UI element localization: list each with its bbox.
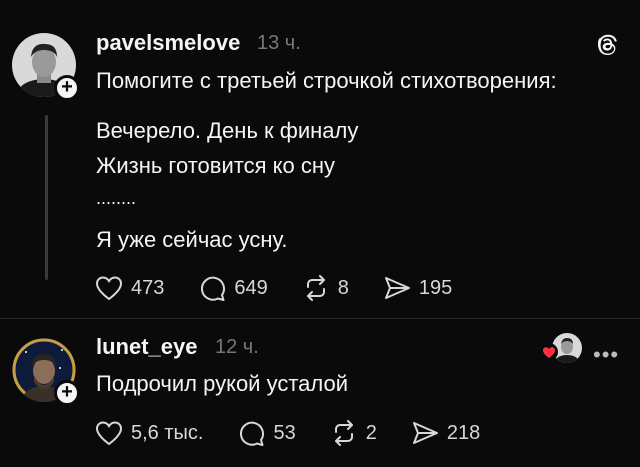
comment-count: 53 [273,421,296,444]
avatar-wrap[interactable]: + [12,338,80,406]
share-count: 195 [418,276,453,299]
like-button[interactable]: 5,6 тыс. [95,420,203,446]
repost-icon [306,275,325,301]
repost-icon [334,420,353,446]
comment-icon [240,421,265,446]
divider [0,318,640,319]
post-text-line: Я уже сейчас усну. [96,227,288,252]
avatar-wrap[interactable]: + [12,33,80,101]
comment-icon [201,276,226,301]
thread-line [45,115,48,280]
username[interactable]: lunet_eye [96,334,198,360]
comment-button[interactable]: 649 [198,274,268,302]
like-button[interactable]: 473 [95,275,164,301]
liked-heart-icon [540,343,558,361]
heart-icon [95,421,123,446]
comment-count: 649 [234,276,268,299]
follow-button[interactable]: + [54,75,80,101]
post-actions: 5,6 тыс. 53 2 218 [95,419,514,447]
post-time: 12 ч. [215,336,259,358]
heart-icon [95,276,123,301]
repost-count: 2 [365,421,377,444]
post-actions: 473 649 8 195 [95,274,486,302]
share-button[interactable]: 195 [383,275,452,301]
post-text-line: Жизнь готовится ко сну [96,153,335,178]
post-text-line: Подрочил рукой усталой [96,371,349,396]
post-time: 13 ч. [257,32,301,54]
post-text-line: Помогите с третьей строчкой стихотворени… [96,68,557,93]
like-count: 5,6 тыс. [131,421,204,444]
repost-button[interactable]: 2 [330,420,377,446]
share-count: 218 [446,421,481,444]
post-text-line: Вечерело. День к финалу [96,118,359,143]
username[interactable]: pavelsmelove [96,30,240,56]
thread-post: + pavelsmelove 13 ч. Помогите с третьей … [0,0,640,318]
post-text-line: ........ [96,188,137,208]
threads-logo-icon [598,34,617,55]
share-icon [384,277,410,299]
comment-button[interactable]: 53 [237,419,296,447]
follow-button[interactable]: + [54,380,80,406]
more-icon[interactable]: ••• [593,342,619,368]
share-button[interactable]: 218 [411,420,480,446]
share-icon [412,422,438,444]
repost-count: 8 [337,276,349,299]
repost-button[interactable]: 8 [302,275,349,301]
like-count: 473 [131,276,165,299]
